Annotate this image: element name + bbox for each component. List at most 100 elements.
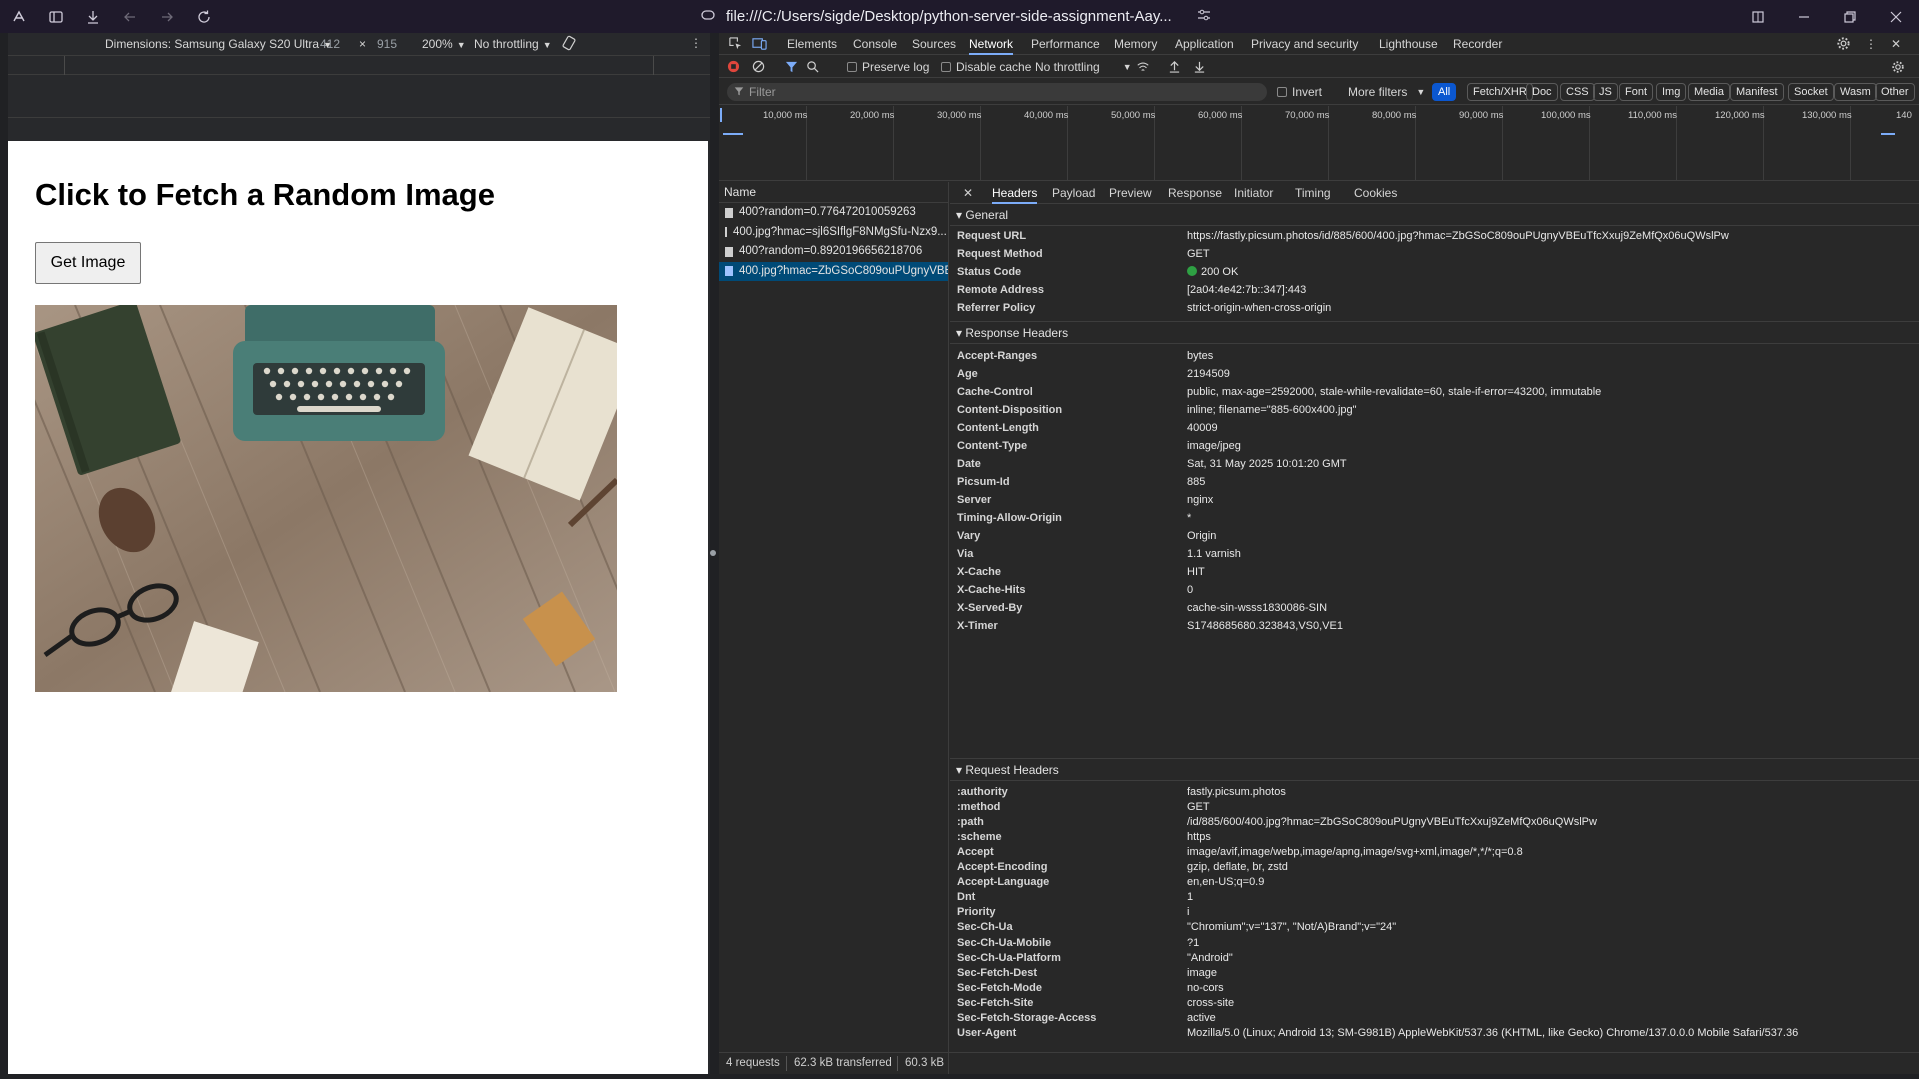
tab-cookies[interactable]: Cookies (1354, 182, 1397, 204)
tab-preview[interactable]: Preview (1109, 182, 1152, 204)
header-value[interactable]: fastly.picsum.photos (1187, 786, 1286, 798)
header-value[interactable]: Origin (1187, 530, 1216, 542)
tab-network[interactable]: Network (969, 33, 1014, 55)
request-row[interactable]: 400?random=0.776472010059263 (719, 203, 948, 223)
back-icon[interactable] (111, 0, 148, 33)
device-width-input[interactable]: 412 (320, 37, 340, 51)
filter-chip-wasm[interactable]: Wasm (1834, 83, 1877, 101)
header-value[interactable]: HIT (1187, 566, 1205, 578)
header-value[interactable]: 40009 (1187, 422, 1218, 434)
filter-icon[interactable] (785, 60, 798, 73)
header-value[interactable]: image (1187, 967, 1217, 979)
request-row[interactable]: 400.jpg?hmac=sjl6SIflgF8NMgSfu-Nzx9... (719, 223, 948, 243)
close-devtools-icon[interactable]: ✕ (1891, 33, 1901, 55)
network-settings-icon[interactable] (1891, 60, 1905, 74)
tab-privacy-security[interactable]: Privacy and security (1251, 33, 1358, 55)
request-headers-section-header[interactable]: ▾ Request Headers (950, 759, 1919, 781)
filter-chip-css[interactable]: CSS (1560, 83, 1595, 101)
filter-chip-fetch-xhr[interactable]: Fetch/XHR (1467, 83, 1533, 101)
header-value[interactable]: i (1187, 906, 1189, 918)
header-value[interactable]: https://fastly.picsum.photos/id/885/600/… (1187, 230, 1729, 242)
response-headers-section-header[interactable]: ▾ Response Headers (950, 322, 1919, 344)
status-value[interactable]: 200 OK (1187, 266, 1238, 278)
header-value[interactable]: bytes (1187, 350, 1213, 362)
address-url[interactable]: file:///C:/Users/sigde/Desktop/python-se… (726, 8, 1172, 25)
filter-chip-media[interactable]: Media (1688, 83, 1730, 101)
tab-timing[interactable]: Timing (1295, 182, 1331, 204)
site-settings-icon[interactable] (1196, 7, 1212, 26)
tab-payload[interactable]: Payload (1052, 182, 1095, 204)
header-value[interactable]: 885 (1187, 476, 1205, 488)
header-value[interactable]: no-cors (1187, 982, 1224, 994)
header-value[interactable]: /id/885/600/400.jpg?hmac=ZbGSoC809ouPUgn… (1187, 816, 1597, 828)
record-icon[interactable] (727, 60, 740, 73)
close-window-icon[interactable] (1873, 0, 1919, 33)
general-section-header[interactable]: ▾ General (950, 204, 1919, 226)
tab-initiator[interactable]: Initiator (1234, 182, 1273, 204)
restore-icon[interactable] (1827, 0, 1873, 33)
filter-chip-other[interactable]: Other (1875, 83, 1915, 101)
resize-handle[interactable] (710, 550, 716, 556)
header-value[interactable]: gzip, deflate, br, zstd (1187, 861, 1288, 873)
clear-icon[interactable] (752, 60, 765, 73)
filter-chip-img[interactable]: Img (1656, 83, 1687, 101)
minimize-icon[interactable] (1781, 0, 1827, 33)
request-row[interactable]: 400?random=0.8920196656218706 (719, 242, 948, 262)
preserve-log-checkbox[interactable]: Preserve log (847, 60, 929, 74)
forward-icon[interactable] (148, 0, 185, 33)
header-value[interactable]: S1748685680.323843,VS0,VE1 (1187, 620, 1343, 632)
get-image-button[interactable]: Get Image (35, 242, 141, 284)
download-icon[interactable] (74, 0, 111, 33)
more-filters-dropdown[interactable]: More filters ▼ (1348, 85, 1425, 99)
header-value[interactable]: image/jpeg (1187, 440, 1241, 452)
header-value[interactable]: active (1187, 1012, 1216, 1024)
export-har-icon[interactable] (1193, 60, 1206, 73)
header-value[interactable]: 1.1 varnish (1187, 548, 1241, 560)
tab-console[interactable]: Console (853, 33, 897, 55)
header-value[interactable]: "Chromium";v="137", "Not/A)Brand";v="24" (1187, 921, 1396, 933)
header-value[interactable]: 1 (1187, 891, 1193, 903)
header-value[interactable]: Sat, 31 May 2025 10:01:20 GMT (1187, 458, 1347, 470)
device-select[interactable]: Dimensions: Samsung Galaxy S20 Ultra ▼ (105, 37, 332, 51)
more-options-icon[interactable]: ⋮ (690, 36, 702, 50)
header-value[interactable]: 2194509 (1187, 368, 1230, 380)
network-overview-timeline[interactable]: 10,000 ms 20,000 ms 30,000 ms 40,000 ms … (719, 106, 1919, 181)
header-value[interactable]: [2a04:4e42:7b::347]:443 (1187, 284, 1306, 296)
zoom-select[interactable]: 200% ▼ (422, 37, 466, 51)
page-info-icon[interactable] (700, 7, 716, 26)
filter-chip-doc[interactable]: Doc (1526, 83, 1558, 101)
tab-sources[interactable]: Sources (912, 33, 956, 55)
header-value[interactable]: image/avif,image/webp,image/apng,image/s… (1187, 846, 1523, 858)
tab-performance[interactable]: Performance (1031, 33, 1100, 55)
import-har-icon[interactable] (1168, 60, 1181, 73)
split-screen-icon[interactable] (1735, 0, 1781, 33)
tab-application[interactable]: Application (1175, 33, 1234, 55)
settings-icon[interactable] (1836, 36, 1851, 58)
tab-memory[interactable]: Memory (1114, 33, 1157, 55)
inspect-element-icon[interactable] (728, 36, 743, 58)
header-value[interactable]: public, max-age=2592000, stale-while-rev… (1187, 386, 1601, 398)
filter-chip-socket[interactable]: Socket (1788, 83, 1834, 101)
header-value[interactable]: * (1187, 512, 1191, 524)
invert-checkbox[interactable]: Invert (1277, 85, 1322, 99)
disable-cache-checkbox[interactable]: Disable cache (941, 60, 1031, 74)
copilot-icon[interactable] (0, 0, 37, 33)
header-value[interactable]: https (1187, 831, 1211, 843)
tab-recorder[interactable]: Recorder (1453, 33, 1502, 55)
header-value[interactable]: inline; filename="885-600x400.jpg" (1187, 404, 1357, 416)
tab-lighthouse[interactable]: Lighthouse (1379, 33, 1438, 55)
rotate-icon[interactable] (561, 35, 577, 54)
header-value[interactable]: nginx (1187, 494, 1213, 506)
reload-icon[interactable] (185, 0, 222, 33)
header-value[interactable]: "Android" (1187, 952, 1233, 964)
device-height-input[interactable]: 915 (377, 37, 397, 51)
header-value[interactable]: GET (1187, 801, 1210, 813)
tab-headers[interactable]: Headers (992, 182, 1038, 204)
request-row-selected[interactable]: 400.jpg?hmac=ZbGSoC809ouPUgnyVBE... (719, 261, 948, 281)
address-bar[interactable]: file:///C:/Users/sigde/Desktop/python-se… (700, 0, 1212, 33)
sidebar-icon[interactable] (37, 0, 74, 33)
header-value[interactable]: cache-sin-wsss1830086-SIN (1187, 602, 1327, 614)
header-value[interactable]: GET (1187, 248, 1210, 260)
search-icon[interactable] (806, 60, 819, 73)
header-value[interactable]: en,en-US;q=0.9 (1187, 876, 1264, 888)
